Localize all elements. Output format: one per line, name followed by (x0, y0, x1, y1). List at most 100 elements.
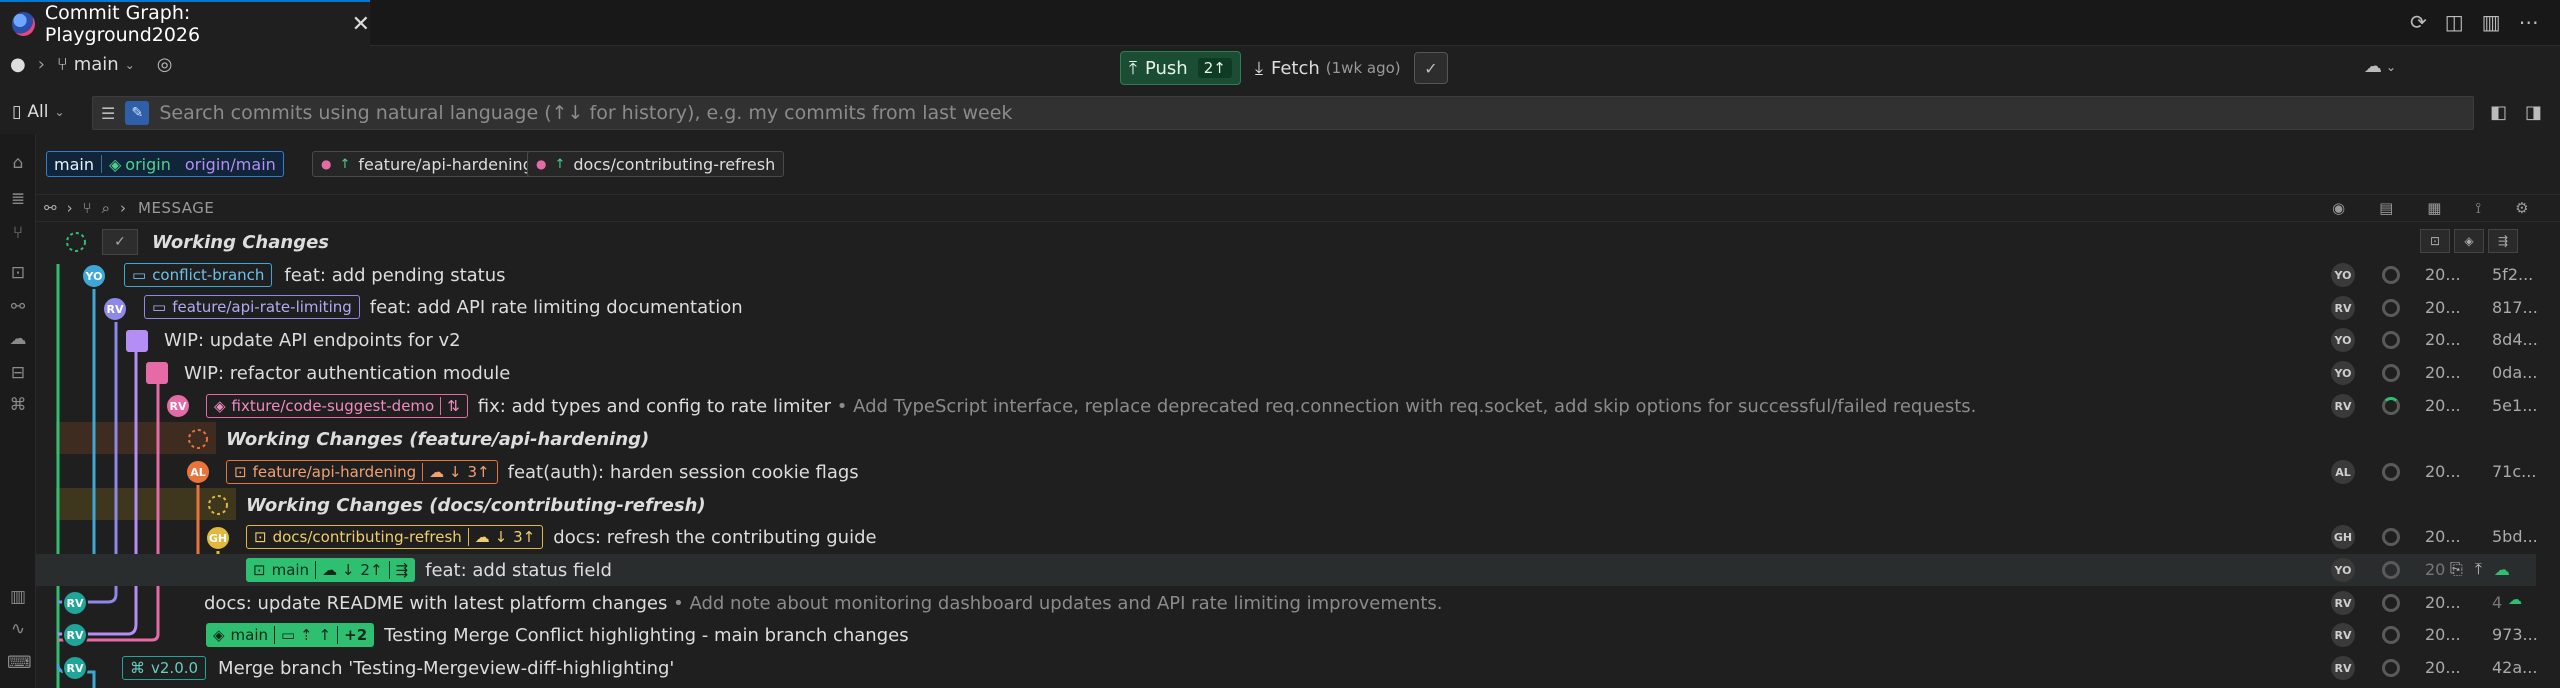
more-actions-icon[interactable]: ⋯ (2519, 10, 2539, 34)
cloud-publish-icon[interactable]: ☁ (2508, 592, 2522, 608)
filter-icon[interactable]: ☰ (101, 104, 115, 123)
sha-column-icon[interactable]: ⟟ (2475, 199, 2481, 217)
panel-left-icon[interactable]: ◧ (2490, 102, 2507, 123)
check-button[interactable]: ✓ (1414, 52, 1448, 84)
split-right-icon[interactable]: ▥ (2482, 10, 2501, 34)
inbox-icon[interactable]: ⊟ (7, 362, 29, 384)
branch-tag[interactable]: ⊡ docs/contributing-refresh ☁ ↓ 3↑ (246, 525, 544, 549)
table-row[interactable]: ⊡ docs/contributing-refresh ☁ ↓ 3↑ docs: … (36, 521, 2536, 553)
cloud-publish-icon[interactable]: ☁ (2494, 560, 2510, 579)
table-row[interactable]: ◈ main ▭ ⇡ ↑ +2 Testing Merge Conflict hi… (36, 619, 2536, 651)
worktree-icon[interactable]: ⊡ (2420, 229, 2450, 253)
date-column-icon[interactable]: ▦ (2427, 199, 2441, 217)
pulse-icon[interactable]: ∿ (7, 618, 29, 640)
columns-icon[interactable]: ▥ (7, 586, 29, 608)
branch-tag[interactable]: ◈ fixture/code-suggest-demo ⇅ (206, 394, 468, 418)
author-avatar: YO (2331, 361, 2355, 385)
branch-tag[interactable]: ▭ feature/api-rate-limiting (144, 295, 360, 319)
table-row[interactable]: ▭ feature/api-rate-limiting feat: add API… (36, 291, 2536, 323)
chip-origin: ◈ origin (102, 152, 178, 176)
gitlens-logo-icon (12, 12, 35, 36)
tab-commit-graph[interactable]: Commit Graph: Playground2026 ✕ (0, 0, 370, 46)
push-button[interactable]: ⤒ Push 2↑ (1120, 51, 1241, 85)
table-row[interactable]: WIP: update API endpoints for v2 (36, 324, 2536, 356)
settings-icon[interactable]: ⚙ (2515, 199, 2528, 217)
split-editor-icon[interactable]: ◫ (2445, 10, 2464, 34)
chip-origin-label: origin (125, 154, 171, 174)
chip-feature-api-hardening[interactable]: ● ↑ feature/api-hardening (312, 151, 542, 177)
tag-icon[interactable]: ⌘ (7, 394, 29, 416)
version-tag[interactable]: ⌘ v2.0.0 (122, 656, 207, 680)
chip-main[interactable]: main ◈ origin origin/main (46, 151, 284, 177)
row-message: docs: update README with latest platform… (204, 593, 1443, 614)
search-icon[interactable]: ⌕ (102, 199, 110, 217)
table-row[interactable]: ▭ conflict-branch feat: add pending statu… (36, 259, 2536, 291)
commit-sha: 8d4... (2492, 330, 2538, 349)
inspect-icon[interactable]: ⊡ (7, 262, 29, 284)
chevron-down-icon: ⌄ (124, 57, 135, 72)
target-icon[interactable]: ◎ (157, 54, 173, 75)
author-column-icon[interactable]: ◉ (2332, 199, 2345, 217)
table-row[interactable]: docs: update README with latest platform… (36, 587, 2536, 619)
commit-all-checkbox[interactable]: ✓ (102, 229, 138, 255)
branch-tag-main[interactable]: ◈ main ▭ ⇡ ↑ +2 (206, 623, 375, 647)
commit-sha: 5bd... (2492, 527, 2538, 546)
row-message: WIP: update API endpoints for v2 (164, 329, 461, 351)
row-description: • Add note about monitoring dashboard up… (667, 592, 1443, 614)
table-row[interactable]: Working Changes (feature/api-hardening) (36, 423, 2536, 455)
pull-request-icon[interactable]: ⇶ (2488, 229, 2518, 253)
table-row-selected[interactable]: ⊡ main ☁ ↓ 2↑ ⇶ feat: add status field (36, 554, 2536, 586)
table-row[interactable]: ✓ Working Changes (36, 226, 2536, 258)
close-icon[interactable]: ✕ (352, 12, 370, 37)
table-row[interactable]: Working Changes (docs/contributing-refre… (36, 489, 2536, 521)
chip-label: feature/api-hardening (358, 154, 533, 174)
stack-icon[interactable]: ≣ (7, 188, 29, 210)
table-row[interactable]: WIP: refactor authentication module (36, 357, 2536, 389)
table-row[interactable]: ⊡ feature/api-hardening ☁ ↓ 3↑ feat(auth)… (36, 456, 2536, 488)
search-placeholder: Search commits using natural language (↑… (159, 102, 1013, 124)
chevron-right-icon: › (37, 54, 45, 75)
source-control-icon[interactable]: ⑂ (7, 222, 29, 244)
fetch-button[interactable]: ⤓ Fetch (1wk ago) (1255, 51, 1401, 85)
github-icon[interactable]: ◈ (2454, 229, 2484, 253)
branch-name: main (73, 54, 119, 75)
arrow-up-icon: ↑ (554, 156, 566, 172)
author-avatar: RV (2331, 591, 2355, 615)
push-to-icon[interactable]: ⤒ (2475, 559, 2482, 579)
github-icon[interactable]: ● (10, 54, 26, 75)
natural-language-icon[interactable]: ✎ (125, 101, 150, 125)
author-avatar: RV (2331, 394, 2355, 418)
graph-icon[interactable]: ⚯ (7, 296, 29, 318)
row-message: feat(auth): harden session cookie flags (507, 461, 859, 483)
graph-minimap-icon[interactable]: ⚯ (44, 199, 57, 217)
author-avatar: RV (2331, 656, 2355, 680)
scope-select[interactable]: ▯ All ⌄ (12, 102, 65, 122)
home-icon[interactable]: ⌂ (7, 152, 29, 174)
table-row[interactable]: ◈ fixture/code-suggest-demo ⇅ fix: add ty… (36, 390, 2536, 422)
commit-date: 20... (2425, 593, 2461, 612)
author-avatar: YO (2331, 263, 2355, 287)
cloud-icon[interactable]: ☁ (7, 328, 29, 350)
panel-right-icon[interactable]: ◨ (2525, 102, 2542, 123)
branch-map-icon[interactable]: ⑂ (83, 199, 92, 217)
github-icon: ◈ (213, 626, 225, 644)
device-icon: ▯ (12, 102, 22, 122)
account-menu[interactable]: ☁ ⌄ (2364, 56, 2396, 77)
worktree-icon: ⊡ (234, 463, 247, 481)
tag-label: docs/contributing-refresh (272, 528, 462, 546)
row-message: feat: add API rate limiting documentatio… (369, 296, 743, 318)
branch-tag-main[interactable]: ⊡ main ☁ ↓ 2↑ ⇶ (246, 558, 416, 582)
changes-column-icon[interactable]: ▤ (2379, 199, 2393, 217)
tag-label: fixture/code-suggest-demo (231, 397, 435, 415)
refresh-icon[interactable]: ⟳ (2410, 10, 2427, 34)
branch-picker[interactable]: ⑂ main ⌄ (57, 54, 135, 75)
chip-docs-contributing-refresh[interactable]: ● ↑ docs/contributing-refresh (527, 151, 785, 177)
branch-tag[interactable]: ▭ conflict-branch (124, 263, 273, 287)
copy-icon[interactable]: ⎘ (2450, 559, 2463, 579)
table-row[interactable]: ⌘ v2.0.0 Merge branch 'Testing-Mergeview-… (36, 652, 2536, 684)
header-graph-controls: ⚯ › ⑂ ⌕ › (44, 199, 126, 217)
tag-label: main (271, 561, 310, 579)
keyboard-icon[interactable]: ⌨ (7, 652, 32, 674)
branch-tag[interactable]: ⊡ feature/api-hardening ☁ ↓ 3↑ (226, 460, 498, 484)
search-input[interactable]: ☰ ✎ Search commits using natural languag… (92, 96, 2474, 130)
